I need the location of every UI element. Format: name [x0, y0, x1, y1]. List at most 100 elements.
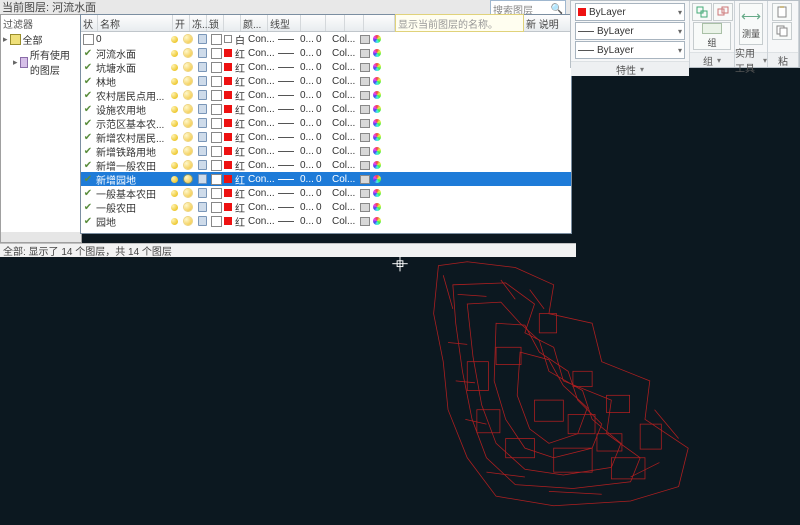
trans-cell[interactable]: 0...	[299, 46, 315, 60]
color-cell[interactable]: 红	[223, 74, 247, 88]
trans-cell[interactable]: 0...	[299, 88, 315, 102]
lineweight-cell[interactable]	[277, 158, 299, 172]
on-toggle[interactable]	[167, 200, 181, 214]
lock-toggle[interactable]	[195, 158, 209, 172]
plotstyle-cell[interactable]: Col...	[331, 214, 359, 228]
plot-checkbox[interactable]	[209, 158, 223, 172]
on-toggle[interactable]	[167, 130, 181, 144]
filter-node-all[interactable]: ▸ 全部	[1, 32, 81, 47]
measure-button[interactable]: ⟷ 测量	[739, 3, 763, 45]
on-toggle[interactable]	[167, 172, 181, 186]
trans2-cell[interactable]: 0	[315, 158, 331, 172]
plotstyle-cell[interactable]: Col...	[331, 60, 359, 74]
lock-toggle[interactable]	[195, 102, 209, 116]
freeze-toggle[interactable]	[181, 74, 195, 88]
col-transparency2[interactable]	[345, 15, 364, 31]
lineweight-cell[interactable]	[277, 32, 299, 46]
lock-toggle[interactable]	[195, 186, 209, 200]
ribbon-panel-title-properties[interactable]: 特性	[571, 61, 689, 76]
lineweight-cell[interactable]	[277, 144, 299, 158]
lock-toggle[interactable]	[195, 32, 209, 46]
color-cell[interactable]: 红	[223, 214, 247, 228]
color-cell[interactable]: 红	[223, 200, 247, 214]
col-name[interactable]: 名称	[98, 15, 173, 31]
color-cell[interactable]: 红	[223, 130, 247, 144]
plot-checkbox[interactable]	[209, 60, 223, 74]
plotstyle-cell[interactable]: Col...	[331, 158, 359, 172]
linetype-cell[interactable]: Con...	[247, 130, 277, 144]
group-button[interactable]	[692, 3, 712, 21]
linetype-combo[interactable]: ByLayer ▾	[575, 41, 685, 59]
lock-toggle[interactable]	[195, 172, 209, 186]
trans2-cell[interactable]: 0	[315, 214, 331, 228]
plot-checkbox[interactable]	[209, 46, 223, 60]
col-linetype[interactable]: 线型	[268, 15, 301, 31]
trans-cell[interactable]: 0...	[299, 60, 315, 74]
layer-row[interactable]: ✔园地红Con...0...0Col...	[81, 214, 571, 228]
trans2-cell[interactable]: 0	[315, 200, 331, 214]
layer-row[interactable]: ✔新增铁路用地红Con...0...0Col...	[81, 144, 571, 158]
lineweight-cell[interactable]	[277, 172, 299, 186]
linetype-cell[interactable]: Con...	[247, 116, 277, 130]
col-plotstyle[interactable]	[364, 15, 395, 31]
on-toggle[interactable]	[167, 158, 181, 172]
color-cell[interactable]: 红	[223, 186, 247, 200]
paste-button[interactable]	[772, 3, 792, 21]
drawing-area[interactable]	[0, 256, 800, 525]
layer-row[interactable]: ✔农村居民点用...红Con...0...0Col...	[81, 88, 571, 102]
trans-cell[interactable]: 0...	[299, 74, 315, 88]
trans2-cell[interactable]: 0	[315, 46, 331, 60]
trans-cell[interactable]: 0...	[299, 144, 315, 158]
trans-cell[interactable]: 0...	[299, 200, 315, 214]
color-cell[interactable]: 红	[223, 102, 247, 116]
on-toggle[interactable]	[167, 74, 181, 88]
layer-row[interactable]: ✔坑塘水面红Con...0...0Col...	[81, 60, 571, 74]
color-cell[interactable]: 白	[223, 32, 247, 46]
col-lock[interactable]: 锁	[207, 15, 224, 31]
trans2-cell[interactable]: 0	[315, 186, 331, 200]
freeze-toggle[interactable]	[181, 88, 195, 102]
trans2-cell[interactable]: 0	[315, 130, 331, 144]
col-lineweight[interactable]	[301, 15, 326, 31]
plotstyle-cell[interactable]: Col...	[331, 46, 359, 60]
trans-cell[interactable]: 0...	[299, 130, 315, 144]
plotstyle-cell[interactable]: Col...	[331, 186, 359, 200]
plot-checkbox[interactable]	[209, 144, 223, 158]
layer-row[interactable]: ✔设施农用地红Con...0...0Col...	[81, 102, 571, 116]
trans2-cell[interactable]: 0	[315, 32, 331, 46]
layer-row[interactable]: ✔新增园地红Con...0...0Col...	[81, 172, 571, 186]
lineweight-cell[interactable]	[277, 88, 299, 102]
plotstyle-cell[interactable]: Col...	[331, 144, 359, 158]
plot-checkbox[interactable]	[209, 130, 223, 144]
ribbon-panel-title-utility[interactable]: 实用工具	[735, 52, 767, 67]
lock-toggle[interactable]	[195, 60, 209, 74]
plotstyle-cell[interactable]: Col...	[331, 116, 359, 130]
layer-row[interactable]: ✔一般农田红Con...0...0Col...	[81, 200, 571, 214]
freeze-toggle[interactable]	[181, 172, 195, 186]
freeze-toggle[interactable]	[181, 32, 195, 46]
lineweight-cell[interactable]	[277, 60, 299, 74]
ungroup-button[interactable]	[713, 3, 733, 21]
color-cell[interactable]: 红	[223, 60, 247, 74]
plotstyle-cell[interactable]: Col...	[331, 102, 359, 116]
lock-toggle[interactable]	[195, 144, 209, 158]
linetype-cell[interactable]: Con...	[247, 102, 277, 116]
freeze-toggle[interactable]	[181, 46, 195, 60]
col-transparency[interactable]	[326, 15, 345, 31]
ribbon-panel-title-group[interactable]: 组	[690, 52, 734, 67]
trans-cell[interactable]: 0...	[299, 32, 315, 46]
plot-checkbox[interactable]	[209, 102, 223, 116]
plot-checkbox[interactable]	[209, 214, 223, 228]
trans2-cell[interactable]: 0	[315, 144, 331, 158]
freeze-toggle[interactable]	[181, 116, 195, 130]
color-cell[interactable]: 红	[223, 116, 247, 130]
on-toggle[interactable]	[167, 60, 181, 74]
linetype-cell[interactable]: Con...	[247, 186, 277, 200]
plotstyle-cell[interactable]: Col...	[331, 172, 359, 186]
lock-toggle[interactable]	[195, 214, 209, 228]
group-main-button[interactable]: 组	[693, 22, 731, 50]
layer-row[interactable]: 0白Con...0...0Col...	[81, 32, 571, 46]
on-toggle[interactable]	[167, 46, 181, 60]
layer-row[interactable]: ✔一般基本农田红Con...0...0Col...	[81, 186, 571, 200]
layer-row[interactable]: ✔林地红Con...0...0Col...	[81, 74, 571, 88]
